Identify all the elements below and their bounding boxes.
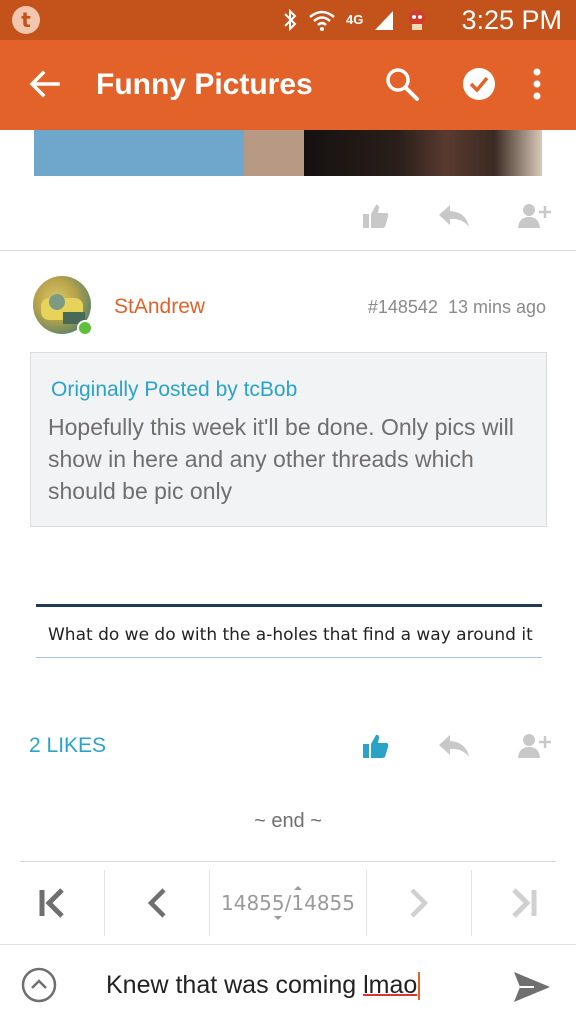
page-title: Funny Pictures <box>96 68 313 101</box>
status-bar: t 4G 3:25 PM <box>0 0 576 40</box>
online-indicator <box>77 320 93 336</box>
back-arrow-icon[interactable] <box>28 67 62 101</box>
follow-user-icon[interactable] <box>518 203 552 229</box>
reply-icon[interactable] <box>438 733 470 759</box>
post-image[interactable] <box>34 130 542 176</box>
likes-count[interactable]: 2 LIKES <box>29 733 106 759</box>
network-type: 4G <box>346 12 364 27</box>
post-actions <box>362 726 552 766</box>
signal-icon <box>375 11 394 30</box>
text-caret <box>418 972 421 1001</box>
quote-text: Hopefully this week it'll be done. Only … <box>48 414 514 504</box>
page-selector[interactable]: 14855/14855 <box>210 862 366 944</box>
embedded-text: What do we do with the a-holes that find… <box>48 625 533 645</box>
more-vert-icon[interactable] <box>527 67 547 101</box>
chevron-left-icon <box>147 888 166 918</box>
total-pages: 14855 <box>291 891 355 915</box>
current-page: 14855 <box>221 891 285 915</box>
follow-user-icon[interactable] <box>518 733 552 759</box>
like-icon[interactable] <box>362 203 390 229</box>
notification-icon <box>409 10 426 30</box>
reply-text-misspelled: lmao <box>363 971 418 999</box>
pager: 14855/14855 <box>0 862 576 944</box>
end-marker: ~ end ~ <box>254 810 322 832</box>
app-notification-icon: t <box>12 6 40 34</box>
reply-input[interactable]: Knew that was coming lmao <box>106 969 421 1001</box>
next-page-button[interactable] <box>367 862 471 944</box>
bluetooth-icon <box>284 8 297 32</box>
prev-page-button[interactable] <box>105 862 209 944</box>
post-time: 13 mins ago <box>447 297 546 317</box>
post-number[interactable]: #148542 <box>368 297 438 317</box>
check-circle-icon[interactable] <box>462 67 496 101</box>
embedded-content[interactable]: What do we do with the a-holes that find… <box>36 604 542 658</box>
last-page-icon <box>512 888 537 918</box>
post-divider <box>0 250 576 251</box>
like-icon[interactable] <box>362 733 390 759</box>
wifi-icon <box>309 10 335 31</box>
username-link[interactable]: StAndrew <box>114 294 205 320</box>
reply-compose-bar: Knew that was coming lmao <box>0 944 576 1024</box>
expand-up-icon[interactable] <box>21 967 57 1003</box>
search-icon[interactable] <box>384 66 420 102</box>
clock: 3:25 PM <box>461 5 562 35</box>
app-bar: Funny Pictures <box>0 40 576 130</box>
quote-block: Originally Posted by tcBob Hopefully thi… <box>30 352 547 527</box>
chevron-down-icon <box>274 916 282 920</box>
chevron-right-icon <box>410 888 429 918</box>
send-icon[interactable] <box>512 970 552 1004</box>
reply-icon[interactable] <box>438 203 470 229</box>
reply-text: Knew that was coming <box>106 971 364 999</box>
first-page-icon <box>39 888 64 918</box>
last-page-button[interactable] <box>472 862 576 944</box>
avatar[interactable] <box>33 276 93 342</box>
first-page-button[interactable] <box>0 862 104 944</box>
prev-post-actions <box>362 196 552 236</box>
system-icons: 4G <box>282 8 429 32</box>
quote-author-link[interactable]: Originally Posted by tcBob <box>51 377 297 403</box>
post-meta: #148542 13 mins ago <box>368 295 546 319</box>
